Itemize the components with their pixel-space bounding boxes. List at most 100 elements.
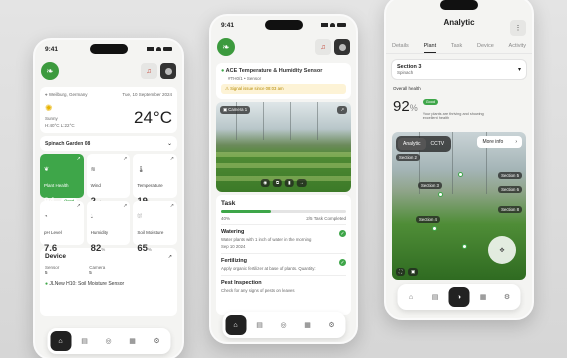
tile-ph[interactable]: ◔ ↗ pH Level 7.6 bbox=[40, 201, 84, 254]
tab-bar: ⌂ ▤ ◎ ▦ ⚙ bbox=[222, 312, 345, 338]
expand-icon[interactable]: ↗ bbox=[337, 106, 347, 114]
section-label[interactable]: Section 5 bbox=[498, 172, 522, 179]
tab-compass[interactable]: ◎ bbox=[98, 331, 119, 351]
tab-settings[interactable]: ⚙ bbox=[321, 315, 342, 335]
avatar[interactable] bbox=[160, 63, 176, 79]
tab-calendar[interactable]: ▤ bbox=[249, 315, 270, 335]
phone-sensor-task: 9:41 ❧ ♫ ● ACE Temperature & Humidity Se… bbox=[209, 14, 358, 344]
tab-settings[interactable]: ⚙ bbox=[146, 331, 167, 351]
tab-calendar[interactable]: ▤ bbox=[74, 331, 95, 351]
tile-soil-moisture[interactable]: ⛆ ↗ Soil Moisture 65% bbox=[133, 201, 177, 254]
check-icon[interactable]: ✓ bbox=[339, 230, 346, 237]
tab-map[interactable]: ▦ bbox=[297, 315, 318, 335]
section-label[interactable]: Section 6 bbox=[498, 186, 522, 193]
check-icon[interactable]: ✓ bbox=[339, 259, 346, 266]
leaf-icon: ❦ bbox=[44, 167, 50, 173]
sensor-meta: #TH0/1 • Sensor bbox=[228, 76, 262, 81]
garden-selector[interactable]: Spinach Garden 08 ⌄ bbox=[40, 136, 177, 151]
tile-temperature[interactable]: 🌡︎ ↗ Temperature 19°C bbox=[133, 154, 177, 207]
camera-label-text: Camera 1 bbox=[228, 107, 248, 112]
section-label[interactable]: Section 4 bbox=[416, 216, 440, 223]
task-title: Task bbox=[221, 200, 236, 207]
calendar-icon: ▤ bbox=[81, 338, 88, 345]
garden-name: Spinach Garden 08 bbox=[45, 140, 91, 147]
sensor-count: 5 bbox=[45, 270, 48, 275]
notification-icon[interactable]: ♫ bbox=[315, 39, 331, 55]
tab-map[interactable]: ▦ bbox=[122, 331, 143, 351]
sensor-title: ACE Temperature & Humidity Sensor bbox=[225, 68, 323, 74]
next-icon[interactable]: → bbox=[296, 179, 307, 187]
view-tab-cctv[interactable]: CCTV bbox=[426, 138, 450, 150]
tab-home[interactable]: ⌂ bbox=[50, 331, 71, 351]
tab-calendar[interactable]: ▤ bbox=[425, 287, 446, 307]
camera-icon: ▣ bbox=[223, 107, 228, 112]
tab-device[interactable]: Device bbox=[477, 40, 494, 53]
dpad-control[interactable]: ✥ bbox=[488, 236, 516, 264]
move-icon: ✥ bbox=[499, 247, 505, 254]
sensor-dot[interactable] bbox=[458, 172, 463, 177]
task-item-title: Watering bbox=[221, 229, 245, 235]
tab-map[interactable]: ▦ bbox=[473, 287, 494, 307]
tab-activity[interactable]: Activity bbox=[509, 40, 526, 53]
status-icons bbox=[147, 47, 172, 51]
task-item-pest[interactable]: Pest Inspection Check for any signs of p… bbox=[221, 275, 346, 297]
snapshot-icon[interactable]: ◉ bbox=[260, 179, 270, 187]
tab-home[interactable]: ⌂ bbox=[401, 287, 422, 307]
avatar[interactable] bbox=[334, 39, 350, 55]
task-completed-text: 2/5 Task Completed bbox=[306, 216, 346, 221]
task-progress-bar bbox=[221, 210, 346, 213]
gear-icon: ⚙ bbox=[328, 322, 335, 329]
section-label[interactable]: Section 2 bbox=[396, 154, 420, 161]
section-label[interactable]: Section 8 bbox=[498, 206, 522, 213]
calendar-icon: ▤ bbox=[431, 294, 439, 301]
status-time: 9:41 bbox=[45, 45, 59, 53]
tab-settings[interactable]: ⚙ bbox=[497, 287, 518, 307]
task-item-date: Sep 10 2024 bbox=[221, 244, 246, 249]
tab-compass[interactable]: ◎ bbox=[273, 315, 294, 335]
device-item[interactable]: ● JLNew H10: Soil Moisture Sensor bbox=[45, 281, 172, 287]
tab-home[interactable]: ⌂ bbox=[225, 315, 246, 335]
sensor-dot[interactable] bbox=[462, 244, 467, 249]
tab-analytic[interactable]: ◑ bbox=[448, 287, 470, 307]
more-icon[interactable]: ⋮ bbox=[510, 20, 526, 36]
task-item-watering[interactable]: Watering Water plants with 1 inch of wat… bbox=[221, 224, 346, 253]
ph-icon: ◔ bbox=[44, 214, 48, 220]
tile-wind[interactable]: ≋ ↗ Wind 2m/s bbox=[86, 154, 131, 207]
section-select[interactable]: Section 3 Spinach ▾ bbox=[391, 59, 527, 80]
header: ❧ ♫ bbox=[35, 58, 182, 84]
layers-icon[interactable]: ▣ bbox=[408, 268, 419, 276]
task-item-desc: Check for any signs of pests on leaves bbox=[221, 288, 295, 293]
sensor-dot[interactable] bbox=[432, 226, 437, 231]
camera-feed[interactable]: ▣ Camera 1 ↗ ◉ ⧉ ▮ → bbox=[216, 102, 351, 192]
camera-control-icon[interactable]: ⧉ bbox=[273, 179, 283, 187]
fullscreen-icon[interactable]: ⛶ bbox=[396, 268, 406, 276]
task-card: Task 40% 2/5 Task Completed Watering Wat… bbox=[216, 195, 351, 315]
section-label[interactable]: Section 3 bbox=[418, 182, 442, 189]
map-icon: ▦ bbox=[479, 294, 487, 301]
task-item-desc: Water plants with 1 inch of water in the… bbox=[221, 237, 312, 242]
task-item-fertilizing[interactable]: Fertilizing Apply organic fertilizer at … bbox=[221, 253, 346, 275]
view-tab-analytic[interactable]: Analytic bbox=[398, 138, 426, 150]
date-text: Tue, 10 September 2024 bbox=[122, 92, 172, 97]
section-map-view[interactable]: Analytic CCTV More info › Section 2 Secti… bbox=[392, 132, 526, 280]
weather-card[interactable]: ⌖ Weilburg, Germany Tue, 10 September 20… bbox=[40, 87, 177, 133]
tile-label: Soil Moisture bbox=[137, 230, 164, 235]
home-icon: ⌂ bbox=[408, 293, 414, 301]
camera-label: ▣ Camera 1 bbox=[220, 106, 251, 114]
notification-icon[interactable]: ♫ bbox=[141, 63, 157, 79]
record-icon[interactable]: ▮ bbox=[285, 179, 294, 187]
tab-plant[interactable]: Plant bbox=[423, 40, 437, 53]
sensor-dot[interactable] bbox=[438, 192, 443, 197]
tab-task[interactable]: Task bbox=[451, 40, 462, 53]
tab-details[interactable]: Details bbox=[392, 40, 409, 53]
header: ❧ ♫ bbox=[211, 34, 356, 60]
sensor-card[interactable]: ● ACE Temperature & Humidity Sensor #TH0… bbox=[216, 63, 351, 99]
page-title: Analytic bbox=[443, 18, 475, 27]
view-toggle: Analytic CCTV bbox=[396, 136, 452, 152]
tile-humidity[interactable]: 💧︎ ↗ Humidity 82% bbox=[86, 201, 131, 254]
location-row: ⌖ Weilburg, Germany bbox=[45, 92, 88, 97]
tile-plant-health[interactable]: ❦ ↗ Plant Health 94% Good bbox=[40, 154, 84, 207]
gear-icon: ⚙ bbox=[503, 294, 511, 301]
more-info-button[interactable]: More info › bbox=[477, 136, 522, 148]
device-card[interactable]: Device ↗ Sensor 5 Camera 5 ● JLNew H10: So… bbox=[40, 248, 177, 316]
